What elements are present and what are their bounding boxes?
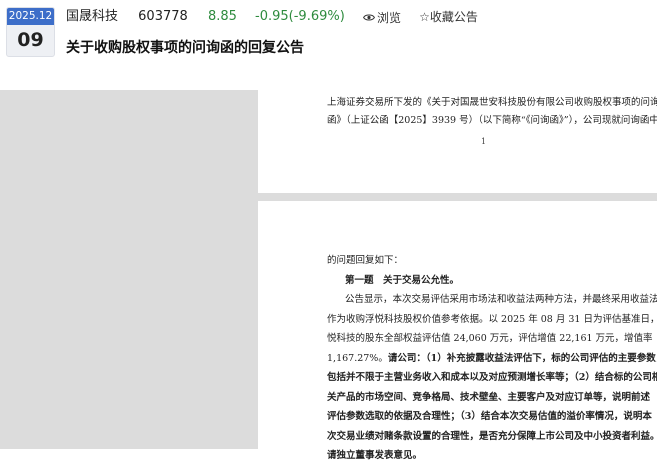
date-badge: 2025.12 09 — [6, 7, 55, 57]
eye-icon — [362, 10, 375, 26]
page-title: 关于收购股权事项的问询函的回复公告 — [66, 40, 304, 56]
page2-line: 次交易业绩对赌条款设置的合理性，是否充分保障上市公司及中小投资者利益。 — [327, 430, 657, 442]
date-day: 09 — [17, 29, 44, 51]
page2-line-bold: 请公司：（1）补充披露收益法评估下，标的公司评估的主要参数， — [387, 352, 657, 364]
page2-line: 评估参数选取的依据及合理性；（3）结合本次交易估值的溢价率情况，说明本 — [327, 411, 652, 422]
pdf-page-2: 的问题回复如下： 第一题 关于交易公允性。 公告显示，本次交易评估采用市场法和收… — [258, 201, 657, 461]
page2-line: 作为收购浮悦科技股权价值参考依据。以 2025 年 08 月 31 日为评估基准… — [327, 313, 657, 325]
date-year-month: 2025.12 — [7, 8, 54, 25]
question-heading: 第一题 关于交易公允性。 — [345, 274, 460, 286]
browse-button[interactable]: 浏览 — [362, 9, 401, 26]
page2-line-plain: 1,167.27%。 — [327, 352, 388, 364]
stock-price: 8.85 — [207, 9, 237, 25]
stock-change: -0.95(-9.69%) — [255, 9, 345, 25]
page1-line-2: 函》（上证公函【2025】3939 号）（以下简称“《问询函》”），公司现就问询… — [327, 115, 657, 126]
viewer-left-margin — [0, 90, 258, 449]
page2-line: 1,167.27%。请公司：（1）补充披露收益法评估下，标的公司评估的主要参数， — [327, 349, 657, 369]
page2-line: 公告显示，本次交易评估采用市场法和收益法两种方法，并最终采用收益法 — [345, 294, 657, 305]
page-number: 1 — [481, 137, 487, 146]
page1-line-1: 上海证券交易所下发的《关于对国晟世安科技股份有限公司收购股权事项的问询 — [327, 97, 657, 108]
stock-info-line: 国晟科技 603778 8.85 -0.95(-9.69%) 浏览 ☆收藏公告 — [66, 9, 492, 25]
browse-label: 浏览 — [376, 10, 401, 25]
page2-text: 的问题回复如下： 第一题 关于交易公允性。 公告显示，本次交易评估采用市场法和收… — [327, 251, 657, 466]
page2-line: 包括并不限于主营业务收入和成本以及对应预测增长率等；（2）结合标的公司相 — [327, 372, 657, 383]
stock-name-link[interactable]: 国晟科技 — [66, 9, 118, 25]
stock-code: 603778 — [138, 9, 188, 25]
pdf-page-1: 上海证券交易所下发的《关于对国晟世安科技股份有限公司收购股权事项的问询 函》（上… — [258, 90, 657, 193]
page2-line: 悦科技的股东全部权益评估值 24,060 万元，评估增值 22,161 万元，增… — [327, 333, 653, 344]
favorite-button[interactable]: ☆收藏公告 — [419, 9, 478, 25]
page2-line: 的问题回复如下： — [327, 255, 404, 266]
announcement-header: 2025.12 09 国晟科技 603778 8.85 -0.95(-9.69%… — [0, 0, 657, 90]
pdf-viewer[interactable]: 上海证券交易所下发的《关于对国晟世安科技股份有限公司收购股权事项的问询 函》（上… — [0, 90, 657, 461]
page2-line: 关产品的市场空间、竞争格局、技术壁垒、主要客户及对应订单等，说明前述 — [327, 391, 651, 403]
